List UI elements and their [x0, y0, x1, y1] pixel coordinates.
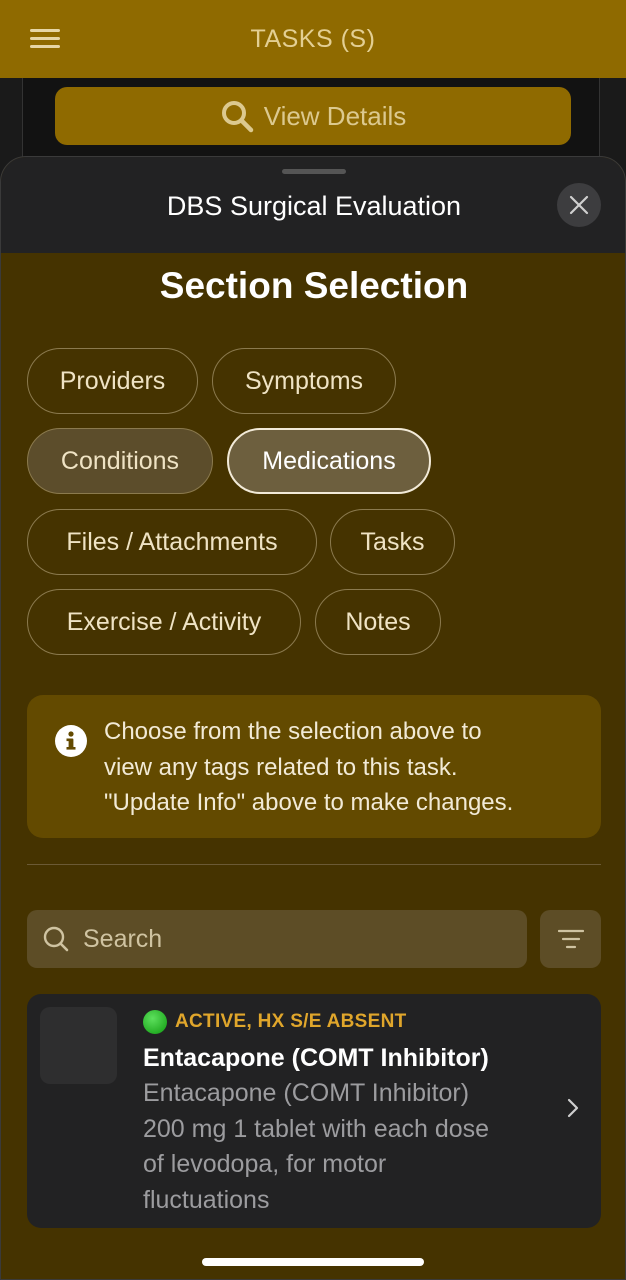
info-line-2: view any tags related to this task.	[104, 753, 458, 781]
search-input[interactable]	[83, 924, 483, 954]
close-button[interactable]	[557, 183, 601, 227]
divider	[27, 864, 601, 865]
info-icon	[55, 725, 87, 757]
status-text: ACTIVE, HX S/E ABSENT	[175, 1011, 407, 1032]
info-line-3: "Update Info" above to make changes.	[104, 789, 514, 816]
desc-line-2: 200 mg 1 tablet with each dose	[143, 1114, 490, 1143]
chip-medications[interactable]: Medications	[227, 428, 431, 494]
desc-line-1: Entacapone (COMT Inhibitor)	[143, 1079, 470, 1107]
info-text: Choose from the selection above to view …	[104, 714, 584, 821]
medication-description: Entacapone (COMT Inhibitor) 200 mg 1 tab…	[143, 1076, 543, 1218]
hamburger-menu-icon[interactable]	[30, 29, 60, 49]
page-title: TASKS (S)	[250, 24, 376, 53]
desc-line-3: of levodopa, for motor	[143, 1150, 387, 1178]
view-details-button[interactable]: View Details	[55, 87, 571, 145]
filter-icon	[557, 929, 584, 949]
search-bar[interactable]	[27, 910, 527, 968]
search-icon	[221, 101, 253, 133]
chevron-right-icon	[567, 1098, 579, 1118]
info-banner: Choose from the selection above to view …	[27, 695, 601, 838]
chip-conditions[interactable]: Conditions	[27, 428, 213, 494]
view-details-label: View Details	[263, 100, 407, 131]
drag-handle[interactable]	[282, 169, 346, 174]
chip-symptoms[interactable]: Symptoms	[212, 348, 396, 414]
medication-card[interactable]: ACTIVE, HX S/E ABSENT Entacapone (COMT I…	[27, 994, 601, 1228]
medication-thumbnail	[40, 1007, 117, 1084]
home-indicator	[202, 1258, 424, 1266]
close-icon	[569, 195, 589, 215]
filter-button[interactable]	[540, 910, 601, 968]
chip-files-attachments[interactable]: Files / Attachments	[27, 509, 317, 575]
info-line-1: Choose from the selection above to	[104, 718, 482, 745]
top-app-bar: TASKS (S)	[0, 0, 626, 78]
green-circle-icon	[143, 1010, 167, 1034]
medication-name: Entacapone (COMT Inhibitor)	[143, 1044, 489, 1072]
chip-exercise-activity[interactable]: Exercise / Activity	[27, 589, 301, 655]
desc-line-4: fluctuations	[143, 1185, 270, 1214]
medication-status: ACTIVE, HX S/E ABSENT	[143, 1010, 407, 1034]
bottom-sheet: DBS Surgical Evaluation Section Selectio…	[0, 156, 626, 1280]
section-selection-heading: Section Selection	[159, 265, 469, 306]
sheet-header: DBS Surgical Evaluation	[1, 157, 625, 253]
search-icon	[43, 926, 69, 952]
chip-providers[interactable]: Providers	[27, 348, 198, 414]
sheet-title: DBS Surgical Evaluation	[166, 190, 462, 221]
chip-tasks[interactable]: Tasks	[330, 509, 455, 575]
chip-notes[interactable]: Notes	[315, 589, 441, 655]
